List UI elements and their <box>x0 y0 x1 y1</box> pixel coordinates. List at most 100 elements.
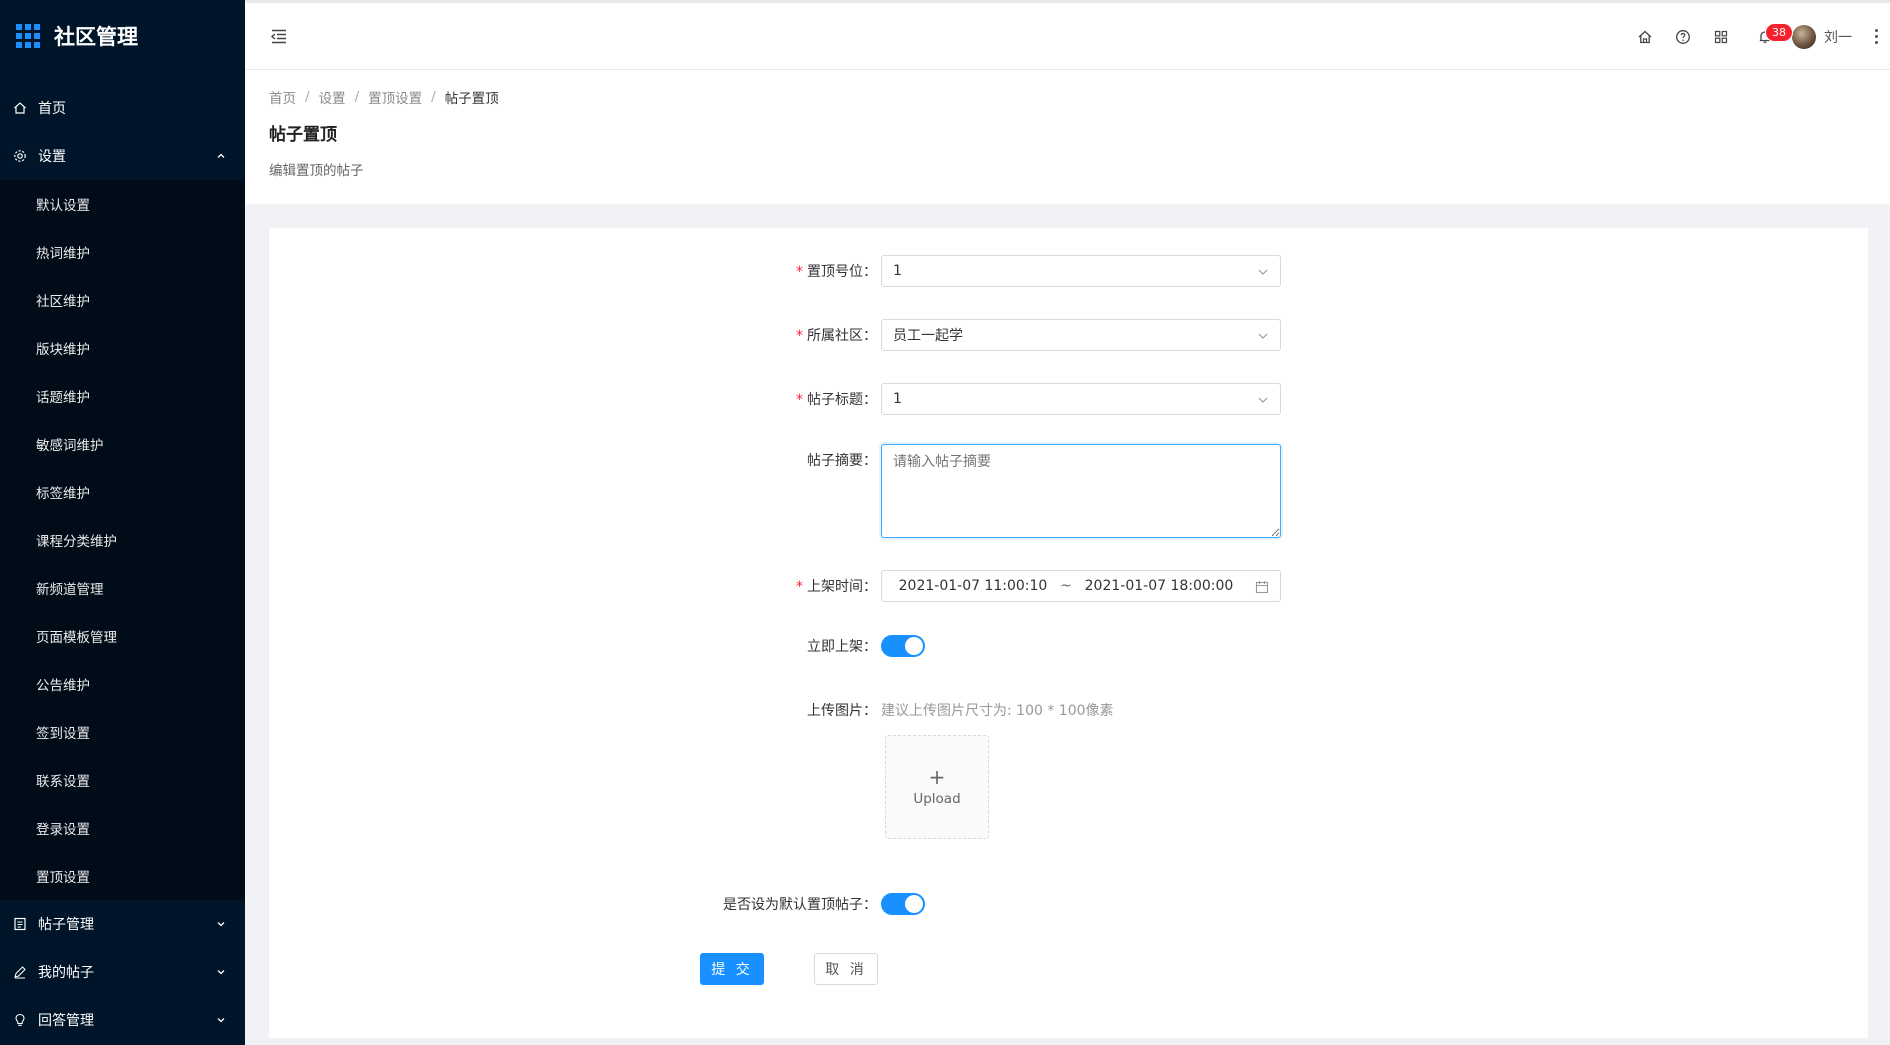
breadcrumb-item-current: 帖子置顶 <box>444 91 499 107</box>
user-menu[interactable]: 刘一 <box>1792 24 1852 49</box>
required-mark: * <box>796 264 803 280</box>
form-card: *置顶号位： 1 *所属社区： 员工一起学 *帖子标题： 1 帖子摘要： <box>269 228 1868 1038</box>
top-header: 38 刘一 <box>245 0 1890 70</box>
sidebar-item-settings[interactable]: 设置 <box>0 132 245 180</box>
chevron-down-icon <box>1257 330 1269 342</box>
community-value: 员工一起学 <box>893 328 963 344</box>
sidebar-subitem-section[interactable]: 版块维护 <box>0 324 245 372</box>
logo[interactable]: 社区管理 <box>0 0 245 72</box>
chevron-down-icon <box>215 966 227 978</box>
summary-textarea[interactable] <box>881 444 1281 538</box>
sidebar-subitem-tags[interactable]: 标签维护 <box>0 468 245 516</box>
help-icon[interactable] <box>1664 18 1702 56</box>
position-select[interactable]: 1 <box>881 255 1281 287</box>
app-grid-icon <box>16 24 40 48</box>
range-start-input[interactable]: 2021-01-07 11:00:10 <box>893 578 1053 594</box>
sidebar-item-label: 首页 <box>38 101 66 117</box>
form-item-upload: 上传图片： 建议上传图片尺寸为: 100 * 100像素 <box>269 700 1114 720</box>
page-title: 帖子置顶 <box>269 125 337 145</box>
form-item-summary: 帖子摘要： <box>269 444 1281 538</box>
menu-fold-icon[interactable] <box>269 26 289 46</box>
post-title-label: 帖子标题： <box>807 392 877 408</box>
upload-text: Upload <box>913 791 961 807</box>
sidebar-subitem-course-category[interactable]: 课程分类维护 <box>0 516 245 564</box>
sidebar-item-my-posts[interactable]: 我的帖子 <box>0 948 245 996</box>
chevron-down-icon <box>215 918 227 930</box>
chevron-up-icon <box>215 150 227 162</box>
sidebar-subitem-contact[interactable]: 联系设置 <box>0 756 245 804</box>
sidebar-item-label: 帖子管理 <box>38 917 94 933</box>
upload-button[interactable]: + Upload <box>885 735 989 839</box>
sidebar: 社区管理 首页 设置 默认设置 热词维护 社区维护 版块维护 话题维护 敏感词维… <box>0 0 245 1045</box>
upload-label: 上传图片： <box>807 703 877 719</box>
avatar <box>1792 24 1816 49</box>
position-value: 1 <box>893 263 902 279</box>
required-mark: * <box>796 579 803 595</box>
summary-label: 帖子摘要： <box>807 453 877 469</box>
breadcrumb-item-settings[interactable]: 设置 <box>319 87 346 107</box>
upload-hint: 建议上传图片尺寸为: 100 * 100像素 <box>881 703 1114 719</box>
form-item-default-top: 是否设为默认置顶帖子： <box>269 893 925 915</box>
date-range-picker[interactable]: 2021-01-07 11:00:10 ~ 2021-01-07 18:00:0… <box>881 570 1281 602</box>
breadcrumb-separator: / <box>305 89 310 105</box>
required-mark: * <box>796 328 803 344</box>
form-item-immediate: 立即上架： <box>269 635 925 657</box>
breadcrumb: 首页 / 设置 / 置顶设置 / 帖子置顶 <box>269 86 1866 108</box>
sidebar-subitem-hotwords[interactable]: 热词维护 <box>0 228 245 276</box>
breadcrumb-separator: / <box>431 89 436 105</box>
sidebar-item-label: 设置 <box>38 149 66 165</box>
range-end-input[interactable]: 2021-01-07 18:00:00 <box>1079 578 1239 594</box>
breadcrumb-item-home[interactable]: 首页 <box>269 87 296 107</box>
breadcrumb-item-pin-settings[interactable]: 置顶设置 <box>368 87 422 107</box>
form-item-shelf-time: * 上架时间： 2021-01-07 11:00:10 ~ 2021-01-07 … <box>269 570 1281 602</box>
default-top-switch[interactable] <box>881 893 925 915</box>
edit-icon <box>12 964 28 980</box>
shelf-time-label: 上架时间： <box>807 579 877 595</box>
cancel-button[interactable]: 取 消 <box>814 953 878 985</box>
header-actions: 38 刘一 <box>1626 3 1890 70</box>
sidebar-subitem-new-channel[interactable]: 新频道管理 <box>0 564 245 612</box>
chevron-down-icon <box>215 1014 227 1026</box>
position-label: 置顶号位： <box>807 264 877 280</box>
community-select[interactable]: 员工一起学 <box>881 319 1281 351</box>
more-vertical-icon[interactable] <box>1862 28 1890 46</box>
sidebar-item-answer-management[interactable]: 回答管理 <box>0 996 245 1044</box>
plus-icon: + <box>928 765 946 789</box>
sidebar-subitem-page-template[interactable]: 页面模板管理 <box>0 612 245 660</box>
user-name: 刘一 <box>1824 29 1852 46</box>
post-title-select[interactable]: 1 <box>881 383 1281 415</box>
range-separator: ~ <box>1060 578 1072 594</box>
breadcrumb-separator: / <box>354 89 360 105</box>
sidebar-item-home[interactable]: 首页 <box>0 84 245 132</box>
submit-button[interactable]: 提 交 <box>700 953 764 985</box>
immediate-label: 立即上架： <box>807 639 877 655</box>
gear-icon <box>12 148 28 164</box>
page-header: 首页 / 设置 / 置顶设置 / 帖子置顶 帖子置顶 编辑置顶的帖子 <box>245 70 1890 204</box>
form-item-community: * 所属社区： 员工一起学 <box>269 319 1281 351</box>
sidebar-subitem-checkin[interactable]: 签到设置 <box>0 708 245 756</box>
post-title-value: 1 <box>893 391 902 407</box>
sidebar-item-label: 我的帖子 <box>38 965 94 981</box>
default-top-label: 是否设为默认置顶帖子： <box>723 897 877 913</box>
chevron-down-icon <box>1257 266 1269 278</box>
app-layout: 社区管理 首页 设置 默认设置 热词维护 社区维护 版块维护 话题维护 敏感词维… <box>0 0 1890 1045</box>
sidebar-subitem-sensitive-words[interactable]: 敏感词维护 <box>0 420 245 468</box>
sidebar-subitem-topic[interactable]: 话题维护 <box>0 372 245 420</box>
document-icon <box>12 916 28 932</box>
sidebar-item-label: 回答管理 <box>38 1013 94 1029</box>
sidebar-item-post-management[interactable]: 帖子管理 <box>0 900 245 948</box>
sidebar-subitem-pin-settings[interactable]: 置顶设置 <box>0 852 245 900</box>
sidebar-subitem-community[interactable]: 社区维护 <box>0 276 245 324</box>
switch-knob <box>905 637 923 655</box>
required-mark: * <box>796 392 803 408</box>
apps-icon[interactable] <box>1702 18 1740 56</box>
immediate-switch[interactable] <box>881 635 925 657</box>
sidebar-subitem-default-settings[interactable]: 默认设置 <box>0 180 245 228</box>
form-item-post-title: * 帖子标题： 1 <box>269 383 1281 415</box>
sidebar-subitem-announcement[interactable]: 公告维护 <box>0 660 245 708</box>
app-title: 社区管理 <box>54 25 138 49</box>
calendar-icon <box>1255 580 1269 594</box>
home-icon[interactable] <box>1626 18 1664 56</box>
notification-bell[interactable]: 38 <box>1746 18 1792 56</box>
sidebar-subitem-login[interactable]: 登录设置 <box>0 804 245 852</box>
